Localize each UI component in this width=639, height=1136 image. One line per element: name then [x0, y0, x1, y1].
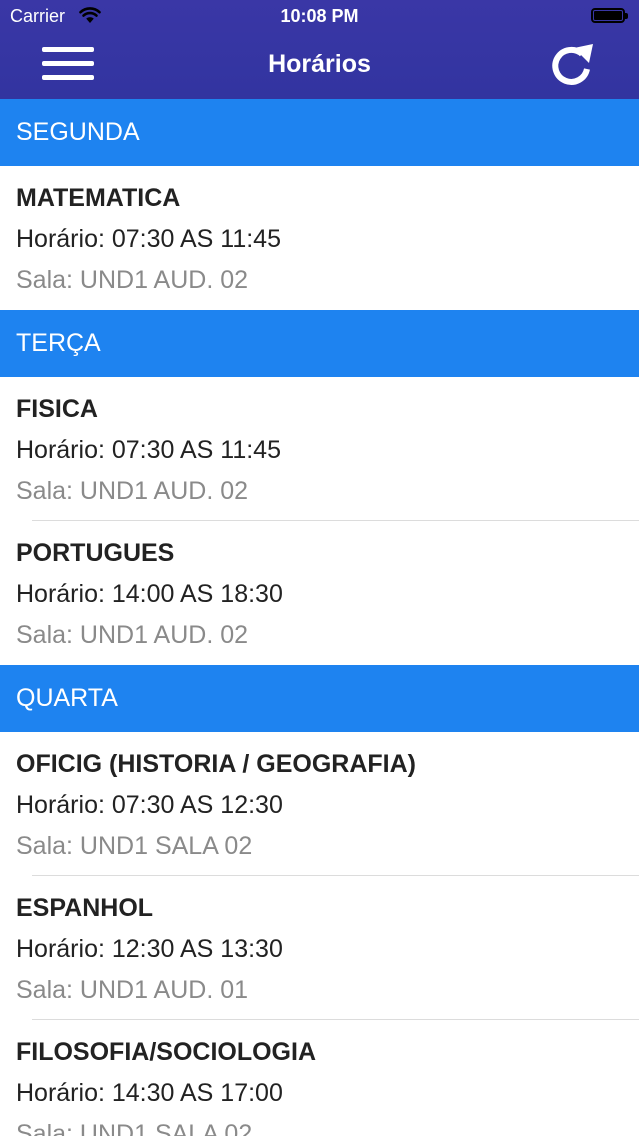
room-label: Sala: UND1 AUD. 02 — [16, 621, 249, 649]
section-header-terca: TERÇA — [0, 310, 639, 377]
schedule-screen: Carrier 10:08 PM Horários SEGUNDA MATEMA… — [0, 0, 639, 1136]
list-item[interactable]: ESPANHOL Horário: 12:30 AS 13:30 Sala: U… — [0, 876, 639, 1020]
hours-label: Horário: 12:30 AS 13:30 — [16, 935, 283, 963]
list-item[interactable]: PORTUGUES Horário: 14:00 AS 18:30 Sala: … — [0, 521, 639, 665]
subject-label: FILOSOFIA/SOCIOLOGIA — [16, 1038, 316, 1066]
hours-label: Horário: 07:30 AS 11:45 — [16, 436, 281, 464]
navigation-bar: Carrier 10:08 PM Horários — [0, 0, 639, 99]
subject-label: ESPANHOL — [16, 894, 154, 922]
room-label: Sala: UND1 SALA 02 — [16, 832, 253, 860]
list-item[interactable]: OFICIG (HISTORIA / GEOGRAFIA) Horário: 0… — [0, 732, 639, 876]
status-bar: Carrier 10:08 PM — [0, 0, 639, 32]
page-title: Horários — [268, 50, 371, 78]
hours-label: Horário: 14:00 AS 18:30 — [16, 580, 283, 608]
room-label: Sala: UND1 AUD. 02 — [16, 266, 249, 294]
room-label: Sala: UND1 SALA 02 — [16, 1120, 253, 1136]
room-label: Sala: UND1 AUD. 01 — [16, 976, 249, 1004]
subject-label: PORTUGUES — [16, 539, 175, 567]
hours-label: Horário: 07:30 AS 11:45 — [16, 225, 281, 253]
room-label: Sala: UND1 AUD. 02 — [16, 477, 249, 505]
subject-label: OFICIG (HISTORIA / GEOGRAFIA) — [16, 750, 416, 778]
refresh-icon[interactable] — [546, 40, 596, 90]
battery-icon — [591, 8, 628, 23]
hours-label: Horário: 07:30 AS 12:30 — [16, 791, 283, 819]
subject-label: MATEMATICA — [16, 184, 181, 212]
section-header-quarta: QUARTA — [0, 665, 639, 732]
schedule-list: SEGUNDA MATEMATICA Horário: 07:30 AS 11:… — [0, 99, 639, 1136]
list-item[interactable]: FISICA Horário: 07:30 AS 11:45 Sala: UND… — [0, 377, 639, 521]
hours-label: Horário: 14:30 AS 17:00 — [16, 1079, 283, 1107]
list-item[interactable]: MATEMATICA Horário: 07:30 AS 11:45 Sala:… — [0, 166, 639, 310]
subject-label: FISICA — [16, 395, 98, 423]
list-item[interactable]: FILOSOFIA/SOCIOLOGIA Horário: 14:30 AS 1… — [0, 1020, 639, 1136]
clock-label: 10:08 PM — [280, 6, 359, 26]
section-header-segunda: SEGUNDA — [0, 99, 639, 166]
